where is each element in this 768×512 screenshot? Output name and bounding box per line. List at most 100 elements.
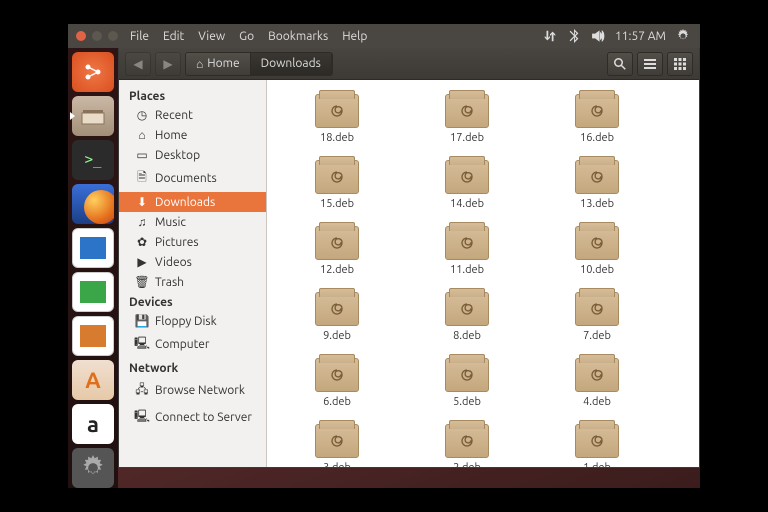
file-item[interactable]: 14.deb: [437, 160, 497, 210]
file-item[interactable]: 17.deb: [437, 94, 497, 144]
file-item[interactable]: 8.deb: [437, 292, 497, 342]
sidebar-header-network: Network: [119, 358, 266, 377]
menu-items: File Edit View Go Bookmarks Help: [126, 30, 367, 43]
breadcrumb-current-label: Downloads: [261, 57, 321, 70]
sidebar-item-label: Browse Network: [155, 384, 245, 397]
file-item[interactable]: 7.deb: [567, 292, 627, 342]
floppy-disk-icon: 💾: [135, 314, 149, 328]
launcher-firefox[interactable]: [72, 184, 114, 224]
package-icon: [445, 160, 489, 194]
sidebar-item-documents[interactable]: 🗎Documents: [119, 165, 266, 192]
sidebar-item-label: Connect to Server: [155, 411, 252, 424]
file-item[interactable]: 16.deb: [567, 94, 627, 144]
connect-to-server-icon: 🖳: [135, 407, 149, 428]
sidebar-header-devices: Devices: [119, 292, 266, 311]
launcher-writer[interactable]: [72, 228, 114, 268]
sidebar-item-floppy-disk[interactable]: 💾 Floppy Disk: [119, 311, 266, 331]
trash-icon: 🗑: [135, 275, 149, 289]
sidebar-item-home[interactable]: ⌂ Home: [119, 125, 266, 145]
file-name-label: 5.deb: [453, 396, 481, 408]
menu-go[interactable]: Go: [239, 30, 254, 43]
file-item[interactable]: 10.deb: [567, 226, 627, 276]
window-controls: [68, 31, 126, 41]
breadcrumb-home[interactable]: ⌂ Home: [186, 53, 251, 75]
package-icon: [575, 292, 619, 326]
view-grid-button[interactable]: [667, 52, 693, 76]
sidebar-item-recent[interactable]: ◷Recent: [119, 105, 266, 125]
menu-help[interactable]: Help: [342, 30, 367, 43]
file-item[interactable]: 2.deb: [437, 424, 497, 467]
launcher-settings[interactable]: [72, 448, 114, 488]
sidebar-item-label: Floppy Disk: [155, 315, 217, 328]
file-name-label: 16.deb: [580, 132, 614, 144]
settings-gear-icon[interactable]: [676, 29, 690, 43]
home-icon: ⌂: [135, 128, 149, 142]
bluetooth-icon[interactable]: [567, 29, 581, 43]
search-button[interactable]: [607, 52, 633, 76]
window-minimize-button[interactable]: [92, 31, 102, 41]
pictures-icon: ✿: [135, 235, 149, 249]
package-icon: [445, 292, 489, 326]
clock[interactable]: 11:57 AM: [615, 30, 666, 43]
launcher-dash[interactable]: [72, 52, 114, 92]
sidebar-item-downloads[interactable]: ⬇Downloads: [119, 192, 266, 212]
view-list-button[interactable]: [637, 52, 663, 76]
file-item[interactable]: 9.deb: [307, 292, 367, 342]
menu-bookmarks[interactable]: Bookmarks: [268, 30, 328, 43]
file-item[interactable]: 1.deb: [567, 424, 627, 467]
package-icon: [445, 94, 489, 128]
menu-edit[interactable]: Edit: [163, 30, 184, 43]
forward-button[interactable]: ▶: [155, 52, 181, 76]
sidebar-item-label: Home: [155, 129, 187, 142]
file-item[interactable]: 13.deb: [567, 160, 627, 210]
file-name-label: 6.deb: [323, 396, 351, 408]
file-item[interactable]: 12.deb: [307, 226, 367, 276]
file-item[interactable]: 15.deb: [307, 160, 367, 210]
recent-icon: ◷: [135, 108, 149, 122]
menu-view[interactable]: View: [198, 30, 225, 43]
sidebar-item-browse-network[interactable]: 🖧Browse Network: [119, 377, 266, 404]
home-icon: ⌂: [196, 57, 203, 71]
sidebar-item-desktop[interactable]: ▭Desktop: [119, 145, 266, 165]
package-icon: [575, 358, 619, 392]
package-icon: [575, 160, 619, 194]
launcher-files[interactable]: [72, 96, 114, 136]
file-item[interactable]: 6.deb: [307, 358, 367, 408]
sidebar-item-music[interactable]: ♫Music: [119, 212, 266, 232]
file-item[interactable]: 11.deb: [437, 226, 497, 276]
file-name-label: 15.deb: [320, 198, 354, 210]
file-name-label: 13.deb: [580, 198, 614, 210]
file-item[interactable]: 4.deb: [567, 358, 627, 408]
file-name-label: 4.deb: [583, 396, 611, 408]
volume-icon[interactable]: [591, 29, 605, 43]
sidebar-item-videos[interactable]: ▶Videos: [119, 252, 266, 272]
sidebar-item-label: Trash: [155, 276, 184, 289]
sidebar-item-trash[interactable]: 🗑 Trash: [119, 272, 266, 292]
network-icon[interactable]: [543, 29, 557, 43]
file-item[interactable]: 3.deb: [307, 424, 367, 467]
sidebar-header-places: Places: [119, 86, 266, 105]
sidebar-item-label: Desktop: [155, 149, 200, 162]
window-close-button[interactable]: [76, 31, 86, 41]
sidebar-item-connect-to-server[interactable]: 🖳 Connect to Server: [119, 404, 266, 431]
window-maximize-button[interactable]: [108, 31, 118, 41]
file-item[interactable]: 5.deb: [437, 358, 497, 408]
launcher-impress[interactable]: [72, 316, 114, 356]
file-item[interactable]: 18.deb: [307, 94, 367, 144]
sidebar-item-computer[interactable]: 🖳Computer: [119, 331, 266, 358]
breadcrumb-downloads[interactable]: Downloads: [251, 53, 332, 75]
sidebar-item-label: Downloads: [155, 196, 215, 209]
launcher-software-center[interactable]: A: [72, 360, 114, 400]
launcher-terminal[interactable]: >_: [72, 140, 114, 180]
sidebar-item-pictures[interactable]: ✿Pictures: [119, 232, 266, 252]
back-button[interactable]: ◀: [125, 52, 151, 76]
package-icon: [445, 226, 489, 260]
menu-file[interactable]: File: [130, 30, 149, 43]
launcher-amazon[interactable]: a: [72, 404, 114, 444]
path-bar: ⌂ Home Downloads: [185, 52, 333, 76]
launcher-calc[interactable]: [72, 272, 114, 312]
music-icon: ♫: [135, 215, 149, 229]
sidebar-item-label: Videos: [155, 256, 192, 269]
package-icon: [445, 424, 489, 458]
file-grid[interactable]: 18.deb 17.deb 16.deb 15.deb 14.deb 13.deb 12.d…: [267, 80, 699, 467]
